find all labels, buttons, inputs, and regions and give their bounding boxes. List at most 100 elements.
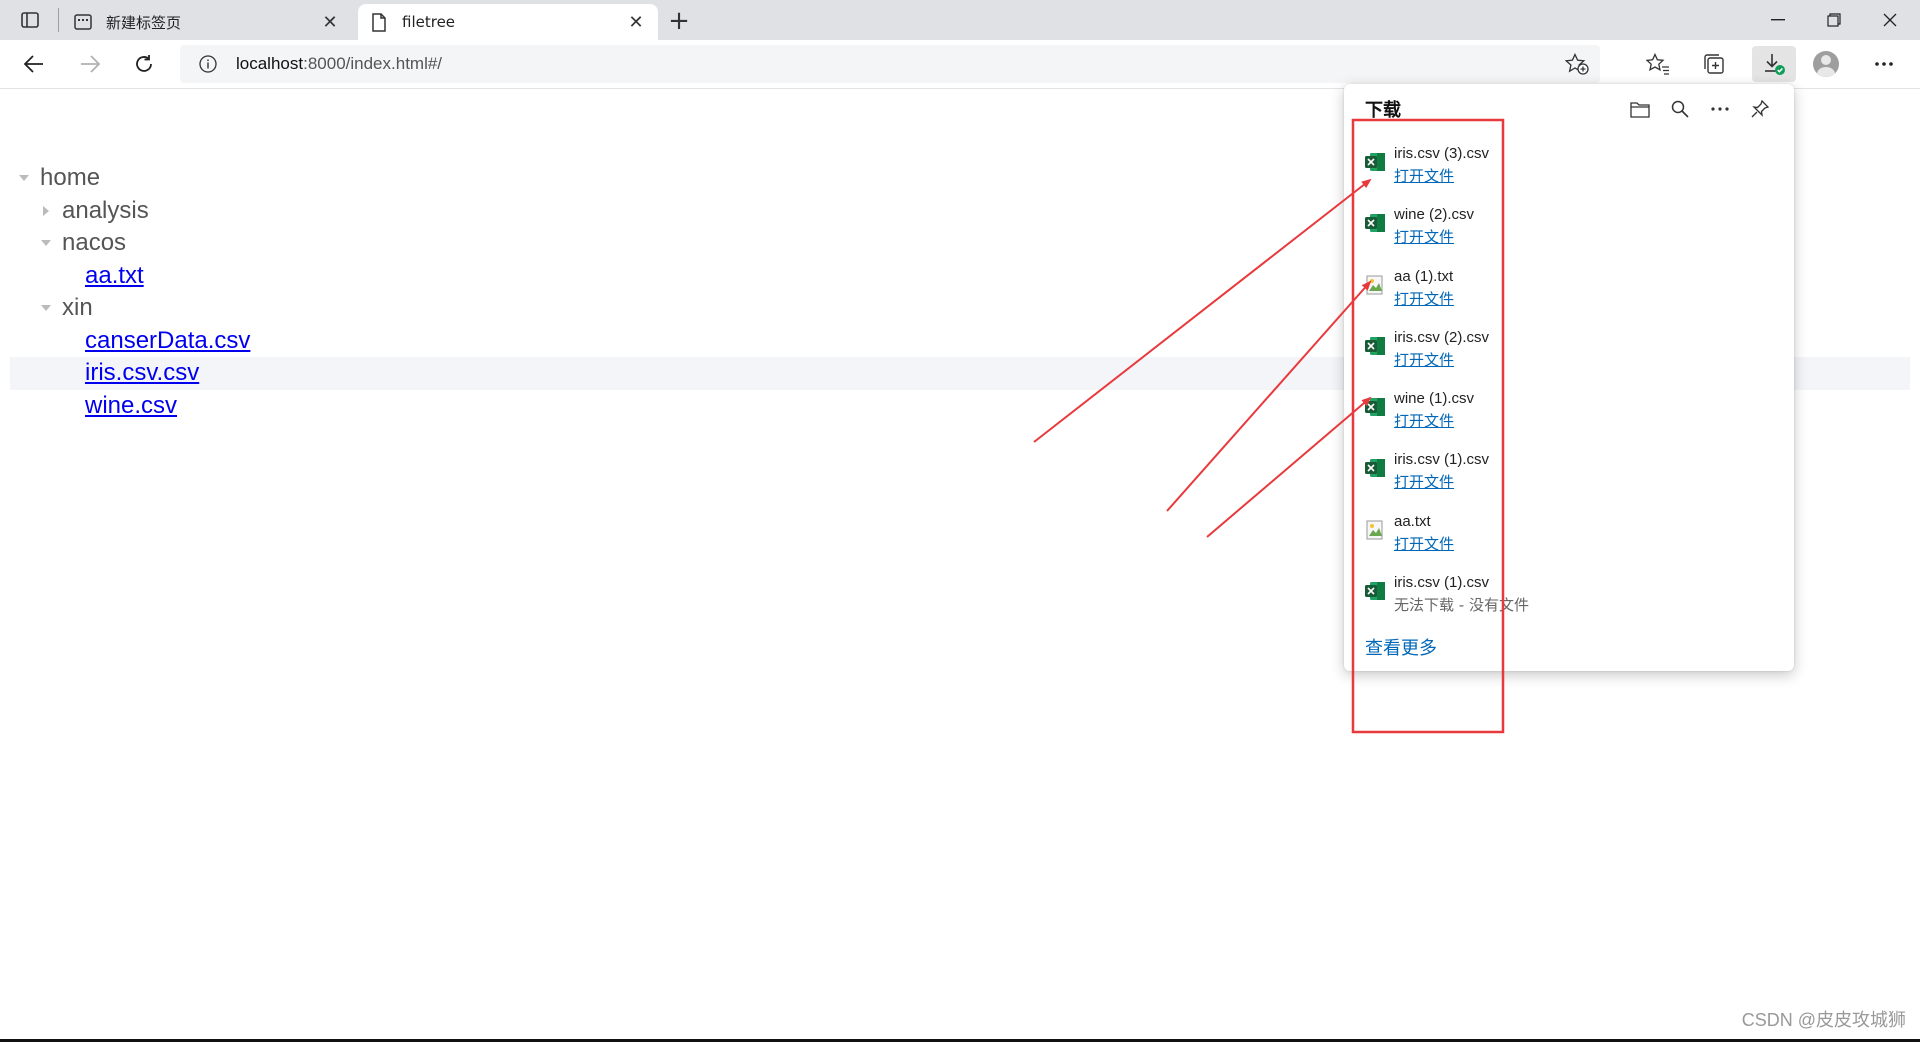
download-file-name: iris.csv (1).csv (1394, 451, 1489, 468)
tab-title: filetree (402, 13, 456, 31)
favorites-button[interactable] (1640, 46, 1676, 82)
downloads-button[interactable] (1752, 46, 1796, 82)
downloads-more-button[interactable] (1705, 94, 1735, 124)
tab-strip: 新建标签页 ✕ filetree ✕ + (0, 0, 1920, 40)
plus-icon: + (668, 6, 690, 36)
caret-down-icon[interactable] (38, 300, 54, 316)
download-file-name: aa.txt (1394, 513, 1431, 530)
downloads-title: 下载 (1365, 100, 1401, 121)
download-file-name: wine (2).csv (1394, 206, 1475, 223)
restore-button[interactable] (1806, 0, 1862, 40)
collections-icon (1704, 54, 1724, 74)
close-window-button[interactable] (1862, 0, 1918, 40)
text-file-icon (1364, 274, 1386, 296)
address-bar[interactable]: localhost:8000/index.html#/ (180, 45, 1600, 83)
collections-button[interactable] (1696, 46, 1732, 82)
search-icon (1671, 100, 1689, 118)
downloads-panel: 下载 iris.csv (3).csv 打开文件 wine (2).csv 打开… (1344, 84, 1794, 671)
download-icon (1765, 54, 1785, 75)
more-icon (1875, 62, 1893, 66)
url-text: localhost:8000/index.html#/ (236, 54, 442, 74)
see-more-link[interactable]: 查看更多 (1365, 634, 1437, 660)
download-item[interactable]: iris.csv (1).csv 打开文件 (1364, 445, 1784, 497)
tab-actions-button[interactable] (12, 5, 48, 35)
browser-toolbar: localhost:8000/index.html#/ (0, 40, 1920, 89)
download-item[interactable]: aa (1).txt 打开文件 (1364, 262, 1784, 314)
profile-button[interactable] (1808, 46, 1844, 82)
download-file-name: iris.csv (3).csv (1394, 145, 1489, 162)
more-icon (1711, 107, 1729, 111)
tree-node-label: xin (62, 294, 93, 322)
restore-icon (1827, 13, 1841, 27)
open-folder-button[interactable] (1625, 94, 1655, 124)
caret-down-icon[interactable] (38, 235, 54, 251)
file-link[interactable]: iris.csv.csv (85, 359, 199, 387)
excel-icon (1364, 396, 1386, 418)
back-button[interactable] (16, 46, 52, 82)
tab-filetree[interactable]: filetree ✕ (358, 4, 658, 40)
close-icon (1883, 13, 1897, 27)
tree-node-label: home (40, 164, 101, 192)
caret-down-icon[interactable] (16, 170, 32, 186)
tree-node-label: analysis (62, 196, 149, 224)
new-tab-page-icon (72, 11, 94, 33)
folder-icon (1630, 101, 1650, 118)
download-file-name: iris.csv (2).csv (1394, 329, 1489, 346)
open-file-link[interactable]: 打开文件 (1394, 349, 1454, 370)
url-path: :8000/index.html#/ (303, 54, 443, 73)
open-file-link[interactable]: 打开文件 (1394, 471, 1454, 492)
tab-new-tab[interactable]: 新建标签页 ✕ (62, 4, 352, 40)
forward-button[interactable] (72, 46, 108, 82)
new-tab-button[interactable]: + (664, 6, 694, 36)
download-item[interactable]: iris.csv (1).csv 无法下载 - 没有文件 (1364, 568, 1784, 620)
add-favorite-button[interactable] (1560, 47, 1594, 81)
text-file-icon (1364, 519, 1386, 541)
tree-node-label: nacos (62, 229, 127, 257)
download-file-name: wine (1).csv (1394, 390, 1475, 407)
arrow-right-icon (81, 55, 100, 73)
download-item[interactable]: aa.txt 打开文件 (1364, 507, 1784, 559)
pin-button[interactable] (1745, 94, 1775, 124)
minimize-icon (1771, 19, 1785, 21)
tab-separator (58, 8, 59, 32)
open-file-link[interactable]: 打开文件 (1394, 533, 1454, 554)
refresh-icon (136, 55, 152, 72)
excel-icon (1364, 151, 1386, 173)
close-icon[interactable]: ✕ (318, 10, 342, 34)
download-file-name: aa (1).txt (1394, 268, 1454, 285)
favorites-icon (1646, 53, 1669, 75)
document-icon (368, 11, 390, 33)
open-file-link[interactable]: 打开文件 (1394, 226, 1454, 247)
download-item[interactable]: iris.csv (2).csv 打开文件 (1364, 323, 1784, 375)
excel-icon (1364, 457, 1386, 479)
info-icon[interactable] (190, 55, 226, 73)
refresh-button[interactable] (126, 46, 162, 82)
download-item[interactable]: iris.csv (3).csv 打开文件 (1364, 139, 1784, 191)
avatar (1813, 51, 1839, 77)
file-link[interactable]: canserData.csv (85, 327, 250, 355)
download-status: 无法下载 - 没有文件 (1394, 596, 1529, 614)
excel-icon (1364, 580, 1386, 602)
open-file-link[interactable]: 打开文件 (1394, 288, 1454, 309)
file-link[interactable]: wine.csv (85, 392, 177, 420)
download-item[interactable]: wine (1).csv 打开文件 (1364, 384, 1784, 436)
excel-icon (1364, 212, 1386, 234)
minimize-button[interactable] (1750, 0, 1806, 40)
arrow-left-icon (24, 55, 43, 73)
download-file-name: iris.csv (1).csv (1394, 574, 1489, 591)
open-file-link[interactable]: 打开文件 (1394, 410, 1454, 431)
tab-title: 新建标签页 (106, 13, 182, 32)
search-downloads-button[interactable] (1665, 94, 1695, 124)
excel-icon (1364, 335, 1386, 357)
file-link[interactable]: aa.txt (85, 262, 144, 290)
pin-icon (1751, 100, 1769, 118)
more-menu-button[interactable] (1866, 46, 1902, 82)
close-icon[interactable]: ✕ (624, 10, 648, 34)
watermark: CSDN @皮皮攻城狮 (1741, 1010, 1906, 1030)
tab-actions-icon (21, 12, 39, 28)
caret-right-icon[interactable] (38, 203, 54, 219)
open-file-link[interactable]: 打开文件 (1394, 165, 1454, 186)
add-favorite-icon (1565, 53, 1589, 75)
url-host: localhost (236, 54, 304, 73)
download-item[interactable]: wine (2).csv 打开文件 (1364, 200, 1784, 252)
